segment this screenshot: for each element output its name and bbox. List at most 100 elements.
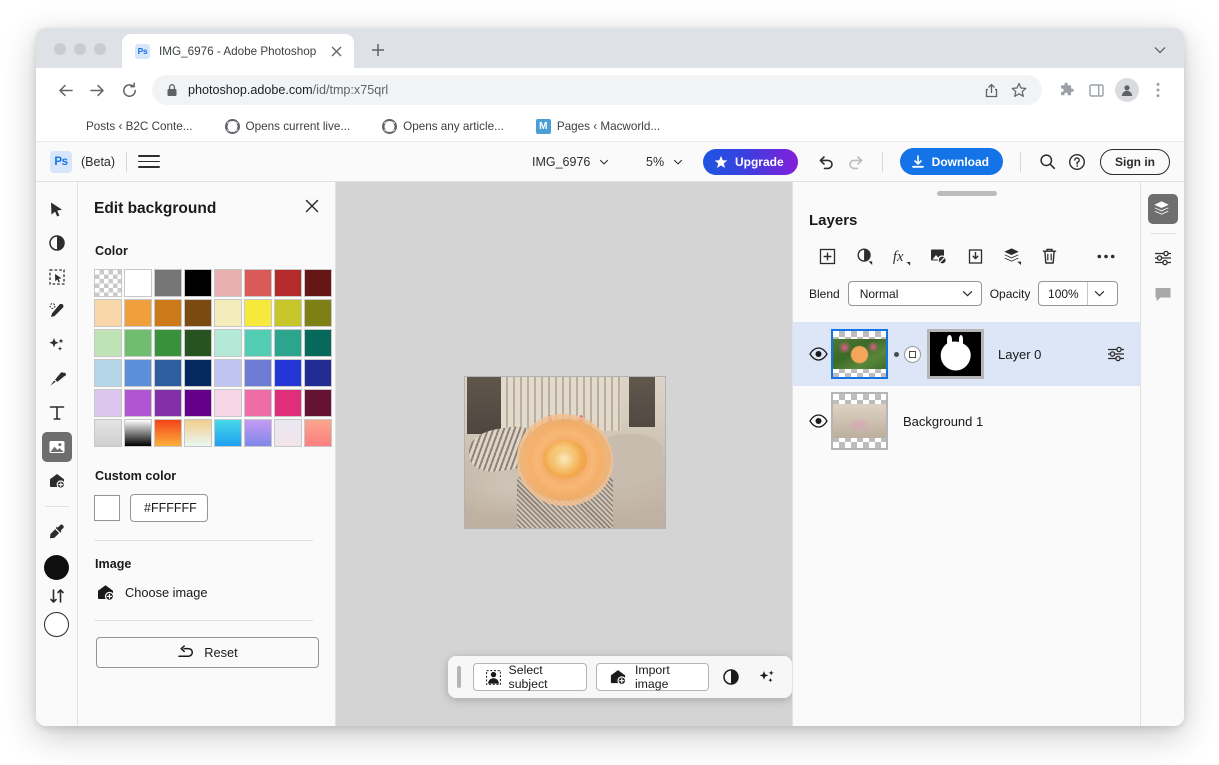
color-swatch[interactable] (244, 359, 272, 387)
color-swatch[interactable] (124, 359, 152, 387)
color-swatch[interactable] (304, 329, 332, 357)
gradient-swatch[interactable] (244, 419, 272, 447)
contrast-circle-icon[interactable] (718, 662, 745, 692)
move-tool[interactable] (42, 194, 72, 224)
bookmark-item[interactable]: Opens current live... (217, 116, 359, 137)
color-swatch[interactable] (244, 299, 272, 327)
color-swatch[interactable] (184, 389, 212, 417)
chevron-down-icon[interactable] (1150, 40, 1170, 60)
color-swatch[interactable] (184, 329, 212, 357)
brush-tool[interactable] (42, 364, 72, 394)
reset-button[interactable]: Reset (96, 637, 319, 668)
properties-panel-button[interactable] (1148, 243, 1178, 273)
chevron-down-icon[interactable] (1088, 290, 1111, 297)
custom-color-swatch[interactable] (94, 495, 120, 521)
layer-properties-icon[interactable] (1106, 345, 1126, 363)
color-swatch[interactable] (94, 329, 122, 357)
color-swatch[interactable] (244, 269, 272, 297)
close-icon[interactable] (305, 199, 319, 213)
extensions-icon[interactable] (1052, 76, 1080, 104)
hamburger-menu-icon[interactable] (138, 151, 160, 173)
minimize-window-button[interactable] (74, 43, 86, 55)
color-swatch[interactable] (244, 329, 272, 357)
color-swatch[interactable] (274, 329, 302, 357)
clipping-mask-button[interactable] (957, 243, 994, 269)
gradient-swatch[interactable] (154, 419, 182, 447)
gradient-swatch[interactable] (214, 419, 242, 447)
adjustment-layer-button[interactable] (846, 243, 883, 269)
color-swatch[interactable] (154, 269, 182, 297)
color-swatch[interactable] (94, 389, 122, 417)
artboard-image[interactable] (464, 376, 666, 529)
gradient-swatch[interactable] (274, 419, 302, 447)
color-swatch[interactable] (214, 359, 242, 387)
side-panel-icon[interactable] (1082, 76, 1110, 104)
panel-drag-grip[interactable] (937, 191, 997, 196)
foreground-color-swatch[interactable] (44, 555, 69, 580)
hex-color-input[interactable]: #FFFFFF (130, 494, 208, 522)
sign-in-button[interactable]: Sign in (1100, 149, 1170, 175)
new-tab-button[interactable] (364, 36, 392, 64)
canvas-area[interactable]: Select subject Import image (336, 182, 792, 726)
color-swatch[interactable] (304, 359, 332, 387)
color-swatch[interactable] (214, 389, 242, 417)
download-button[interactable]: Download (900, 148, 1003, 175)
bookmark-star-icon[interactable] (1006, 77, 1032, 103)
edit-background-tool[interactable] (42, 432, 72, 462)
sparkles-icon[interactable] (753, 662, 780, 692)
choose-image-button[interactable]: Choose image (96, 583, 315, 602)
gradient-swatch[interactable] (184, 419, 212, 447)
color-swatch[interactable] (244, 389, 272, 417)
background-color-swatch[interactable] (44, 612, 69, 637)
color-swatch[interactable] (184, 269, 212, 297)
close-icon[interactable] (327, 42, 345, 60)
forward-icon[interactable] (82, 75, 112, 105)
reload-icon[interactable] (114, 75, 144, 105)
color-swatch[interactable] (124, 269, 152, 297)
eye-icon[interactable] (805, 408, 831, 434)
redo-icon[interactable] (841, 147, 871, 177)
url-address-bar[interactable]: photoshop.adobe.com/id/tmp:x75qrl (152, 75, 1042, 105)
layer-effects-button[interactable]: fx (883, 243, 920, 269)
gradient-swatch[interactable] (304, 419, 332, 447)
share-icon[interactable] (978, 77, 1004, 103)
undo-icon[interactable] (811, 147, 841, 177)
layer-mask-button[interactable] (920, 243, 957, 269)
back-icon[interactable] (50, 75, 80, 105)
group-layers-button[interactable] (994, 243, 1031, 269)
marquee-select-tool[interactable] (42, 262, 72, 292)
type-tool[interactable] (42, 398, 72, 428)
place-image-tool[interactable] (42, 466, 72, 496)
gradient-swatch[interactable] (94, 419, 122, 447)
bookmark-item[interactable]: Opens any article... (374, 116, 512, 137)
color-swatch[interactable] (184, 359, 212, 387)
layer-thumbnail[interactable] (831, 329, 888, 379)
layer-mask-link[interactable] (888, 346, 927, 363)
bookmark-item[interactable]: M Pages ‹ Macworld... (528, 116, 668, 137)
opacity-input[interactable]: 100% (1038, 281, 1118, 306)
gradient-swatch[interactable] (124, 419, 152, 447)
color-swatch[interactable] (214, 329, 242, 357)
color-swatch[interactable] (304, 389, 332, 417)
magic-tool[interactable] (42, 330, 72, 360)
layer-thumbnail[interactable] (831, 392, 888, 450)
color-swatch[interactable] (94, 299, 122, 327)
color-swatch-transparent[interactable] (94, 269, 122, 297)
blend-mode-select[interactable]: Normal (848, 281, 982, 306)
layer-row[interactable]: Background 1 (793, 386, 1140, 456)
bookmark-item[interactable]: Posts ‹ B2C Conte... (78, 117, 201, 136)
document-name-selector[interactable]: IMG_6976 (532, 155, 609, 169)
upgrade-button[interactable]: Upgrade (703, 149, 798, 175)
help-icon[interactable] (1062, 147, 1092, 177)
layers-panel-button[interactable] (1148, 194, 1178, 224)
spot-heal-tool[interactable] (42, 296, 72, 326)
drag-grip-handle[interactable] (457, 666, 461, 688)
color-swatch[interactable] (124, 299, 152, 327)
comments-panel-button[interactable] (1148, 279, 1178, 309)
color-swatch[interactable] (184, 299, 212, 327)
color-swatch[interactable] (274, 299, 302, 327)
maximize-window-button[interactable] (94, 43, 106, 55)
color-swatch[interactable] (154, 329, 182, 357)
close-window-button[interactable] (54, 43, 66, 55)
color-swatch[interactable] (214, 269, 242, 297)
